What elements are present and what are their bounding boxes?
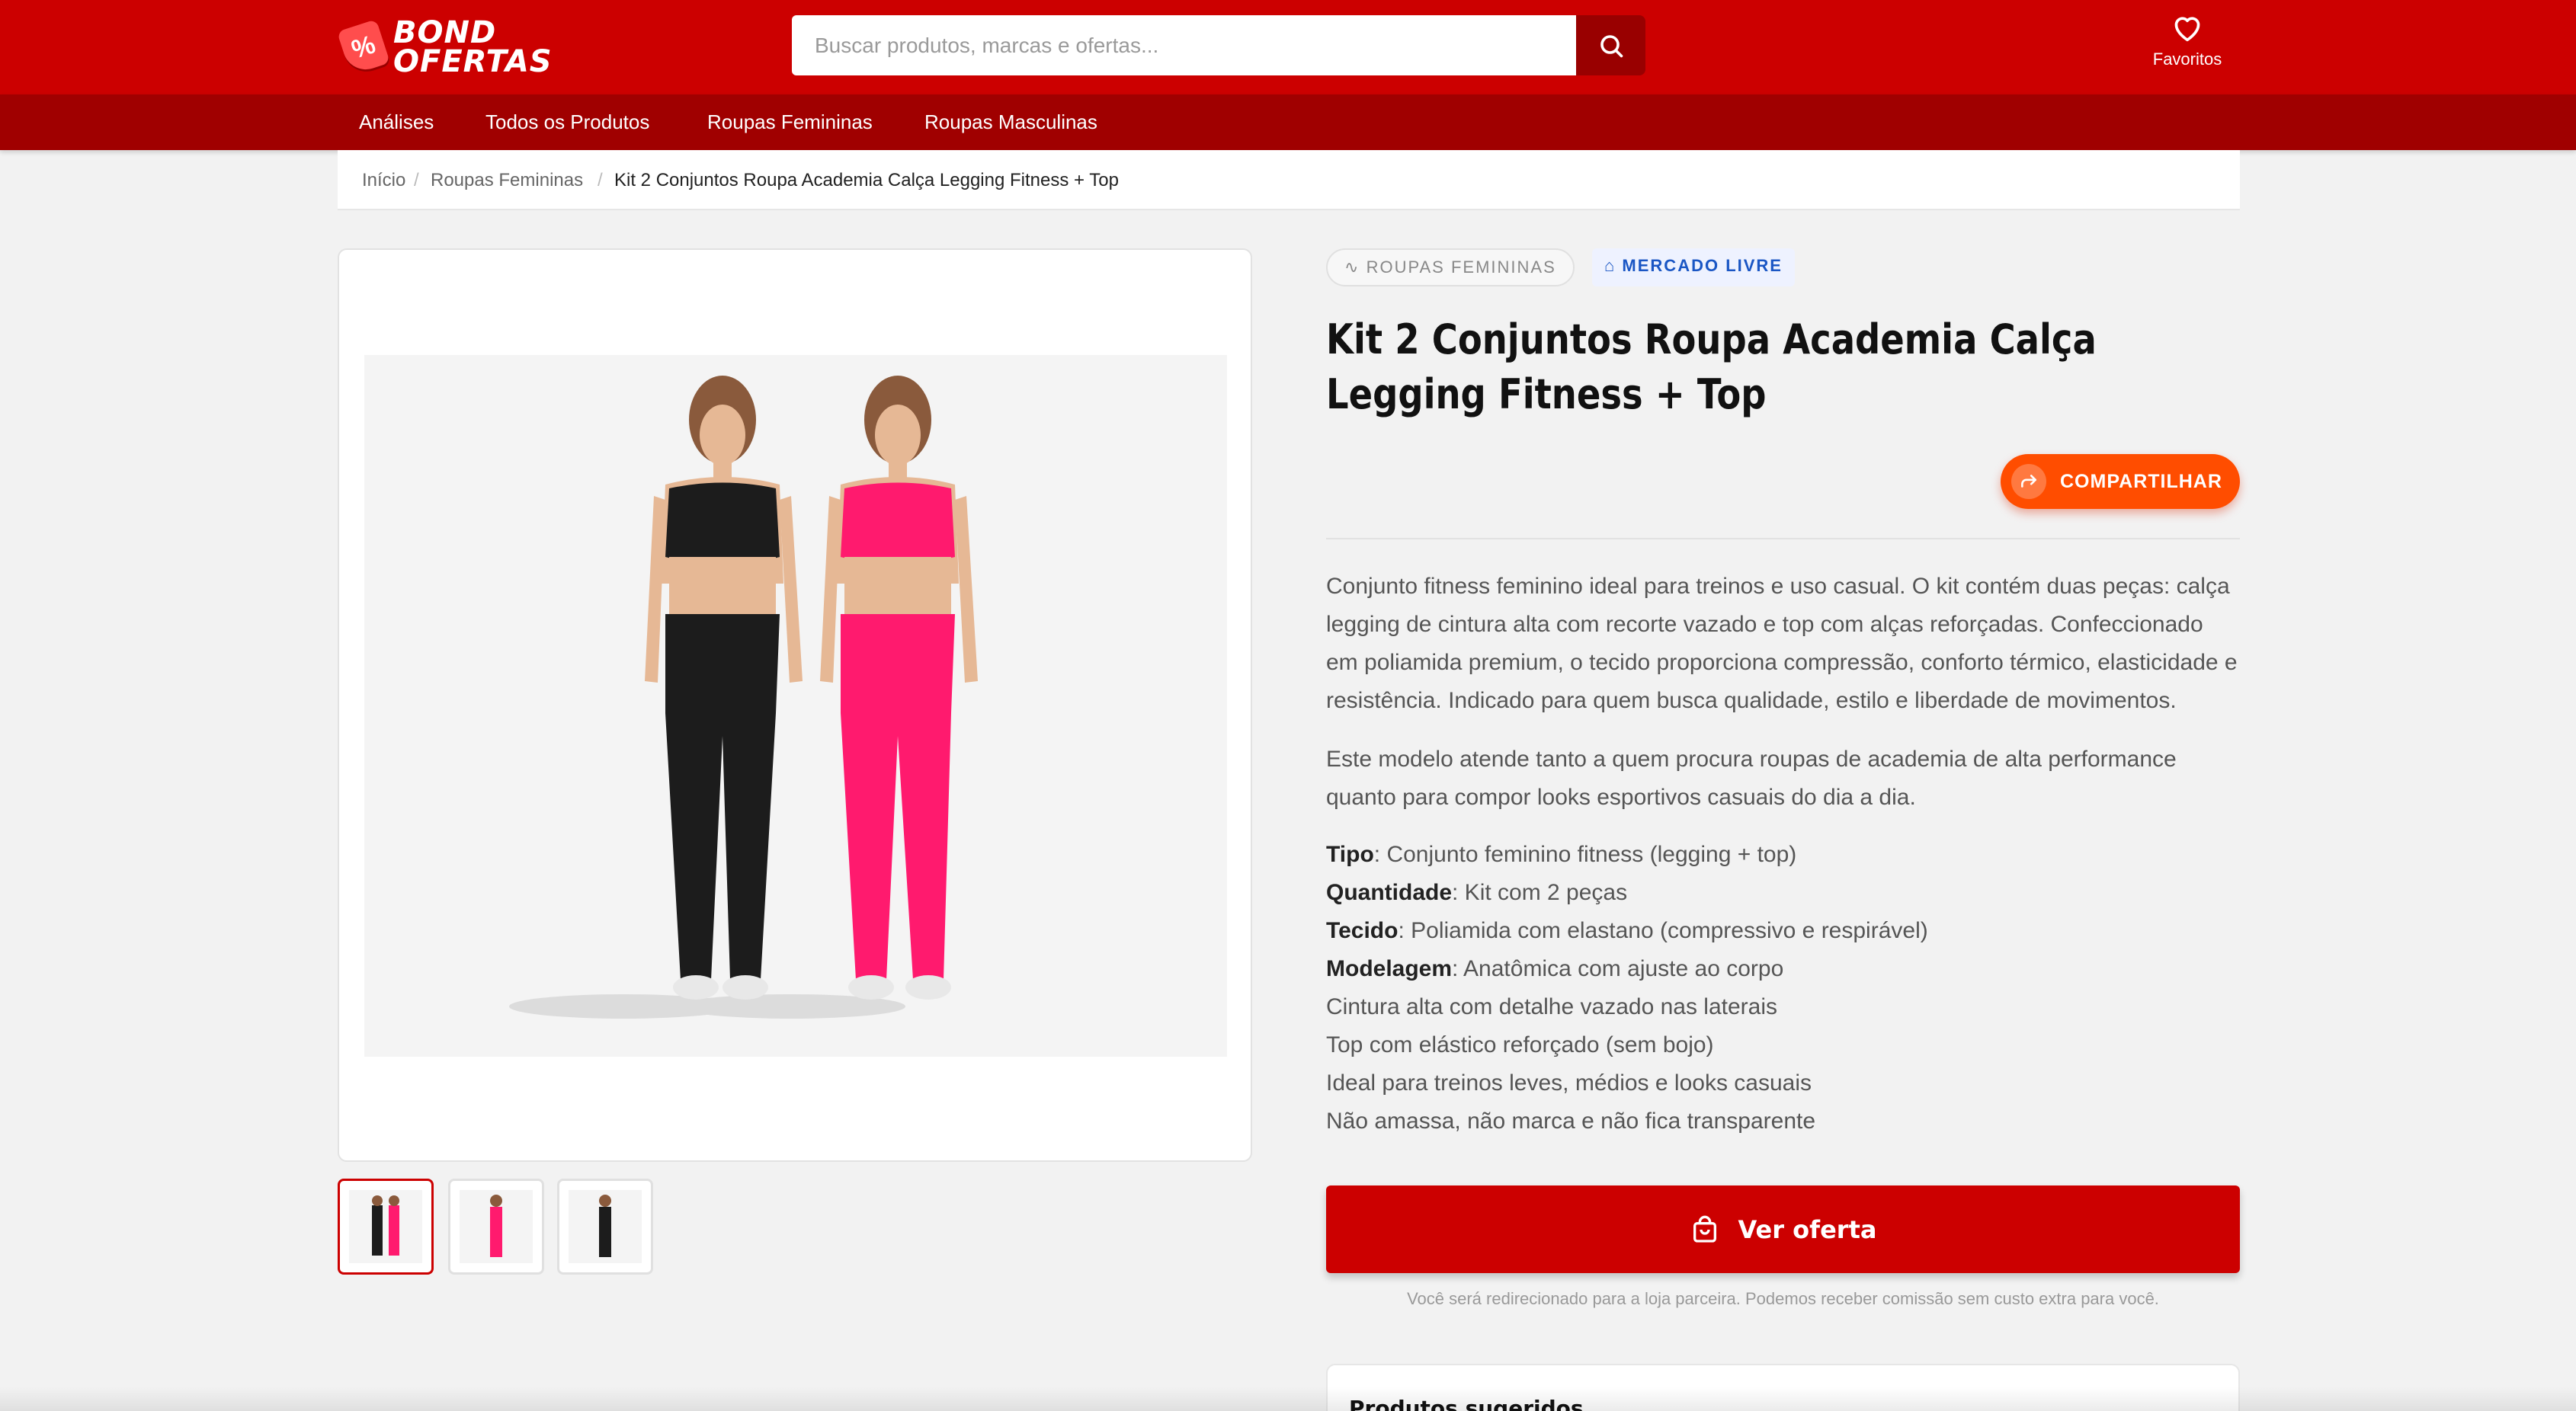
product-photo xyxy=(509,376,978,1019)
category-nav: Análises Todos os Produtos Roupas Femini… xyxy=(0,94,2576,150)
redirect-disclaimer: Você será redirecionado para a loja parc… xyxy=(1407,1289,2159,1308)
site-logo[interactable]: % BOND OFERTAS xyxy=(337,15,553,79)
nav-item-roupas-masculinas[interactable]: Roupas Masculinas xyxy=(924,94,1097,150)
spec-quantidade: Quantidade: Kit com 2 peças xyxy=(1326,880,1628,905)
spec-tecido: Tecido: Poliamida com elastano (compress… xyxy=(1326,918,1928,943)
search-button[interactable] xyxy=(1576,15,1645,75)
breadcrumb-separator: / xyxy=(414,170,419,190)
product-main-image[interactable] xyxy=(364,355,1227,1057)
feature-item: Cintura alta com detalhe vazado nas late… xyxy=(1326,994,1778,1019)
suggested-products-card: Produtos sugeridos xyxy=(1326,1364,2240,1411)
feature-item: Top com elástico reforçado (sem bojo) xyxy=(1326,1032,1714,1057)
thumbnail-2[interactable] xyxy=(448,1179,544,1275)
favorites-label: Favoritos xyxy=(2152,50,2222,69)
feature-item: Ideal para treinos leves, médios e looks… xyxy=(1326,1070,1812,1096)
percent-tag-icon: % xyxy=(337,19,390,75)
spec-modelagem: Modelagem: Anatômica com ajuste ao corpo xyxy=(1326,956,1784,981)
divider xyxy=(1326,538,2240,539)
activity-icon: ∿ xyxy=(1344,258,1360,277)
nav-item-todos-produtos[interactable]: Todos os Produtos xyxy=(485,94,649,150)
store-icon: ⌂ xyxy=(1604,256,1616,275)
view-offer-button[interactable]: Ver oferta xyxy=(1326,1185,2240,1273)
share-button[interactable]: COMPARTILHAR xyxy=(2001,454,2240,509)
breadcrumb: Início / Roupas Femininas / Kit 2 Conjun… xyxy=(338,150,2240,210)
shopping-bag-icon xyxy=(1693,1215,1716,1243)
store-badge: ⌂ MERCADO LIVRE xyxy=(1592,248,1795,286)
search-icon xyxy=(1600,34,1623,57)
description-paragraph-1: Conjunto fitness feminino ideal para tre… xyxy=(1326,574,2238,713)
breadcrumb-category[interactable]: Roupas Femininas xyxy=(431,150,583,210)
category-badge[interactable]: ∿ ROUPAS FEMININAS xyxy=(1326,248,1575,286)
suggested-products-title: Produtos sugeridos xyxy=(1349,1396,1584,1411)
nav-item-roupas-femininas[interactable]: Roupas Femininas xyxy=(707,94,873,150)
heart-icon xyxy=(2174,17,2200,42)
nav-item-analises[interactable]: Análises xyxy=(359,94,434,150)
product-gallery xyxy=(338,248,1252,1162)
breadcrumb-separator: / xyxy=(598,170,603,190)
view-offer-label: Ver oferta xyxy=(1738,1214,1877,1244)
share-label: COMPARTILHAR xyxy=(2060,470,2222,492)
logo-line-2: OFERTAS xyxy=(393,44,553,79)
top-header: % BOND OFERTAS Favoritos xyxy=(0,0,2576,94)
spec-tipo: Tipo: Conjunto feminino fitness (legging… xyxy=(1326,842,1797,867)
description-paragraph-2: Este modelo atende tanto a quem procura … xyxy=(1326,747,2177,810)
thumbnail-1[interactable] xyxy=(338,1179,434,1275)
breadcrumb-home[interactable]: Início xyxy=(362,150,405,210)
feature-item: Não amassa, não marca e não fica transpa… xyxy=(1326,1109,1816,1134)
breadcrumb-current: Kit 2 Conjuntos Roupa Academia Calça Leg… xyxy=(614,170,1119,190)
search-input[interactable] xyxy=(792,15,1576,75)
share-icon xyxy=(2021,475,2036,488)
thumbnail-image xyxy=(490,1195,502,1257)
favorites-link[interactable]: Favoritos xyxy=(2142,12,2233,81)
thumbnail-image xyxy=(599,1195,611,1257)
logo-line-1: BOND xyxy=(393,15,497,50)
thumbnail-image xyxy=(372,1195,399,1256)
thumbnail-3[interactable] xyxy=(557,1179,653,1275)
product-title: Kit 2 Conjuntos Roupa Academia Calça Leg… xyxy=(1326,315,2097,418)
